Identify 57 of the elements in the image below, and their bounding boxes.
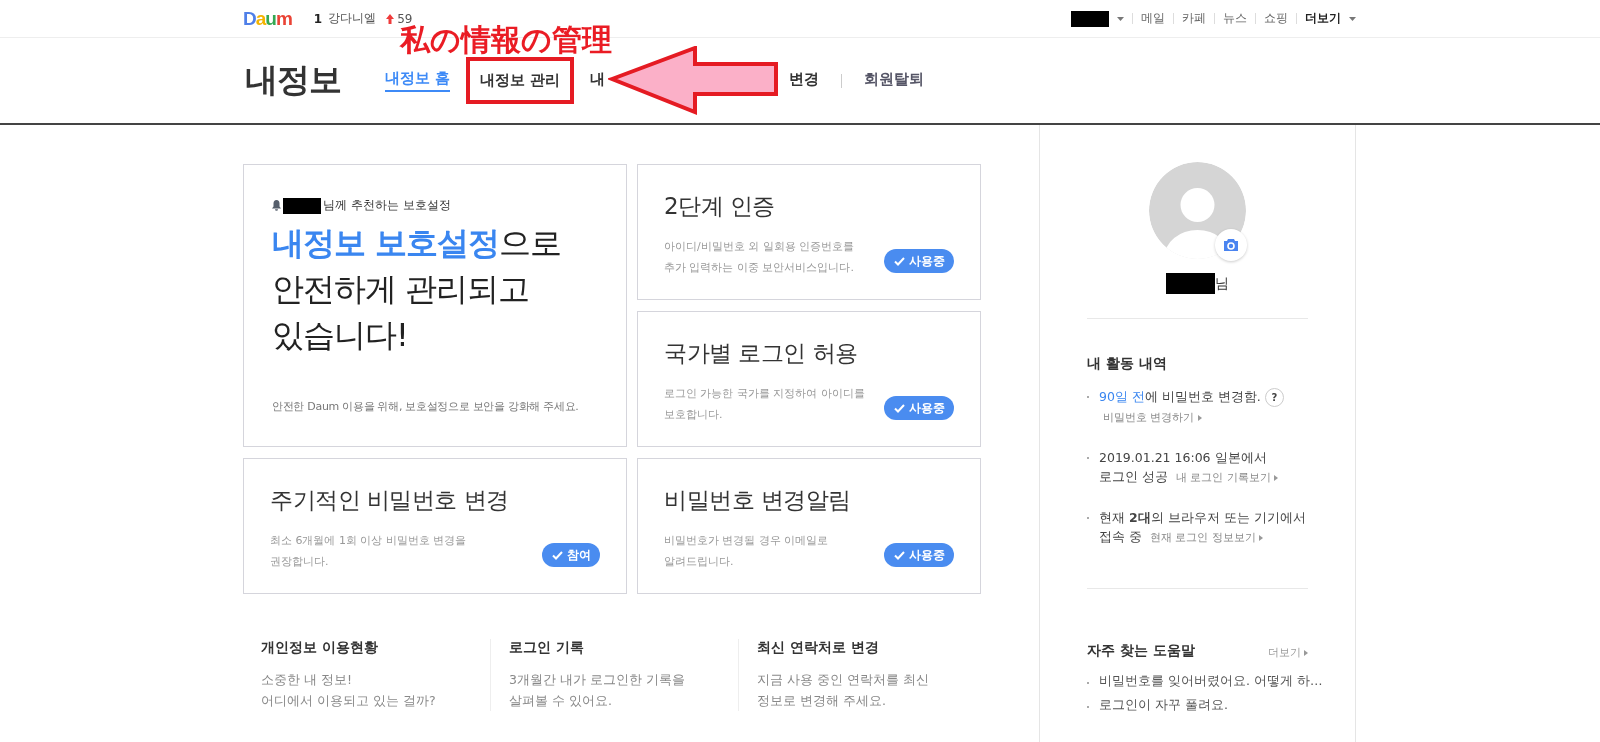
card-title: 국가별 로그인 허용	[664, 339, 859, 368]
link[interactable]: 비밀번호 변경하기	[1103, 411, 1195, 424]
service-link[interactable]: 메일	[1141, 10, 1165, 27]
help-link[interactable]: 로그인이 자꾸 풀려요.	[1099, 697, 1228, 714]
section-title[interactable]: 개인정보 이용현황	[261, 639, 485, 657]
card-description: 로그인 가능한 국가를 지정하여 아이디를 보호합니다.	[664, 386, 865, 423]
caret-icon[interactable]	[1197, 415, 1202, 421]
up-arrow-icon	[386, 13, 395, 24]
card-description: 아이디/비밀번호 외 일회용 인증번호를 추가 입력하는 이중 보안서비스입니다.	[664, 239, 855, 276]
tab[interactable]: 변경	[789, 70, 820, 91]
trend-keyword[interactable]: 강다니엘	[328, 10, 377, 27]
service-link[interactable]: 쇼핑	[1264, 10, 1288, 27]
section-title[interactable]: 최신 연락처로 변경	[757, 639, 981, 657]
name-suffix: 님	[1215, 274, 1229, 293]
notice-text: 님께 추천하는 보호설정	[323, 197, 451, 214]
caret-icon[interactable]	[1258, 535, 1263, 541]
section-description: 지금 사용 중인 연락처를 최신 정보로 변경해 주세요.	[757, 671, 930, 710]
caret-icon[interactable]	[1117, 16, 1124, 21]
card-title: 2단계 인증	[664, 192, 776, 221]
link[interactable]: 내 로그인 기록보기	[1175, 471, 1271, 484]
trend-rank: 1	[313, 11, 323, 26]
card-title: 주기적인 비밀번호 변경	[270, 486, 510, 515]
setting-card[interactable]: 2단계 인증 아이디/비밀번호 외 일회용 인증번호를 추가 입력하는 이중 보안서비스입니다. 사용중	[637, 164, 981, 300]
tab[interactable]: 내정보 관리	[466, 57, 575, 104]
section-title: 자주 찾는 도움말	[1087, 641, 1195, 660]
caret-icon[interactable]	[1349, 16, 1356, 21]
tab[interactable]: 내	[590, 70, 606, 91]
section-description: 3개월간 내가 로그인한 기록을 살펴볼 수 있어요.	[509, 671, 686, 710]
setting-card[interactable]: 비밀번호 변경알림 비밀번호가 변경될 경우 이메일로 알려드립니다. 사용중	[637, 458, 981, 594]
setting-card[interactable]: 국가별 로그인 허용 로그인 가능한 국가를 지정하여 아이디를 보호합니다. 사용중	[637, 311, 981, 447]
activity-text: 2019.01.21 16:06 일본에서 로그인 성공 내 로그인 기록보기	[1099, 448, 1308, 487]
section-title[interactable]: 로그인 기록	[509, 639, 733, 657]
more-menu[interactable]: 더보기	[1305, 10, 1341, 27]
service-link[interactable]: 뉴스	[1223, 10, 1247, 27]
bell-icon	[272, 200, 281, 211]
redaction-block	[1166, 273, 1215, 294]
activity-text: 현재 2대의 브라우저 또는 기기에서 접속 중 현재 로그인 정보보기	[1099, 509, 1307, 546]
help-link[interactable]: 비밀번호를 잊어버렸어요. 어떻게 하…	[1099, 673, 1323, 690]
caret-icon[interactable]	[1273, 475, 1278, 481]
section-title: 내 활동 내역	[1087, 355, 1168, 373]
caret-icon[interactable]	[1304, 650, 1308, 656]
redaction-block	[283, 197, 321, 214]
card-description: 비밀번호가 변경될 경우 이메일로 알려드립니다.	[664, 533, 829, 570]
service-link[interactable]: 카페	[1182, 10, 1206, 27]
logo[interactable]: Daum	[243, 7, 292, 30]
card-description: 최소 6개월에 1회 이상 비밀번호 변경을 권장합니다.	[270, 533, 467, 570]
section-description: 소중한 내 정보! 어디에서 이용되고 있는 걸까?	[261, 671, 437, 710]
setting-card[interactable]: 주기적인 비밀번호 변경 최소 6개월에 1회 이상 비밀번호 변경을 권장합니다. 참여	[243, 458, 627, 594]
activity-text: 90일 전에 비밀번호 변경함. ? 비밀번호 변경하기	[1099, 387, 1308, 427]
tab[interactable]: 회원탈퇴	[864, 70, 925, 91]
camera-icon[interactable]	[1215, 229, 1247, 261]
page-title: 내정보	[245, 59, 342, 101]
feature-card[interactable]: 님께 추천하는 보호설정 내정보 보호설정으로 안전하게 관리되고 있습니다! 안전한 Daum 이용을 위해, 보호설정으로 보안을 강화해 주세요.	[243, 164, 627, 447]
headline: 내정보 보호설정으로 안전하게 관리되고 있습니다!	[272, 223, 563, 356]
card-note: 안전한 Daum 이용을 위해, 보호설정으로 보안을 강화해 주세요.	[272, 399, 580, 414]
link[interactable]: 현재 로그인 정보보기	[1149, 531, 1256, 544]
card-title: 비밀번호 변경알림	[664, 486, 852, 515]
